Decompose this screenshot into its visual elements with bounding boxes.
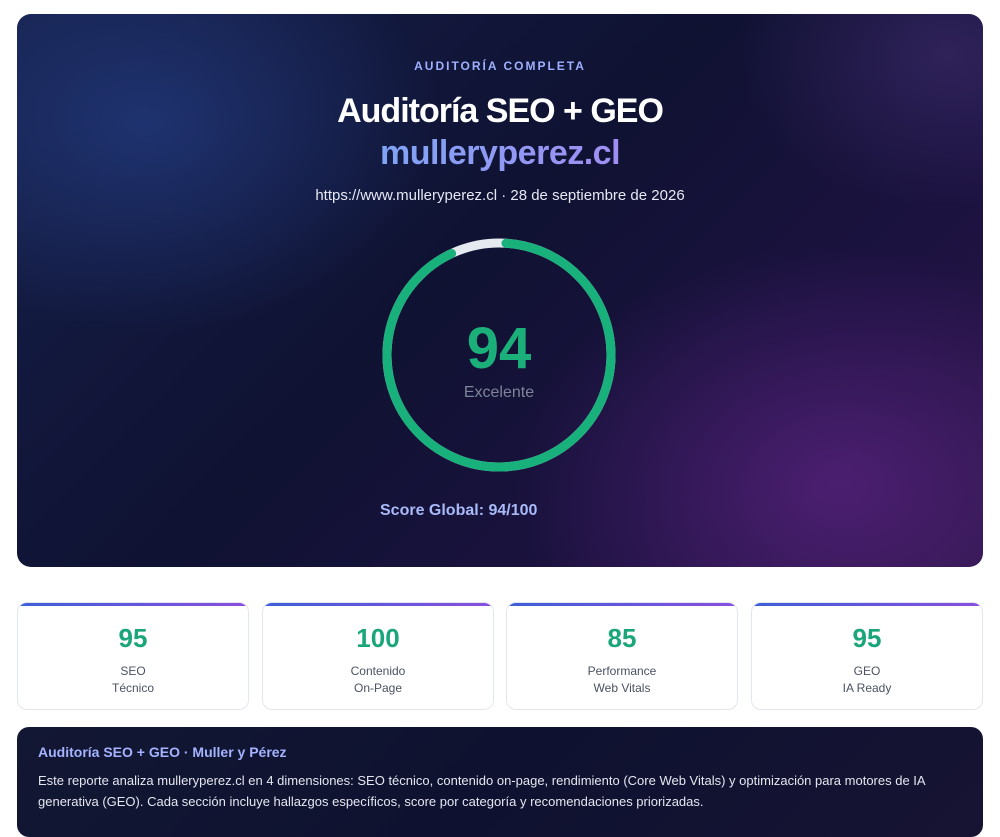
card-label-line2: Técnico (111, 681, 155, 695)
card-label-line2: IA Ready (842, 681, 892, 695)
category-score-cards: 95 SEO Técnico 100 Contenido On-Page 85 … (17, 602, 983, 710)
score-card-performance: 85 Performance Web Vitals (506, 602, 738, 710)
score-rating-label: Excelente (463, 384, 535, 401)
card-label-line1: Performance (587, 664, 657, 678)
card-score: 85 (607, 623, 637, 653)
score-card-contenido: 100 Contenido On-Page (262, 602, 494, 710)
summary-body: Este reporte analiza mulleryperez.cl en … (38, 773, 925, 809)
audited-domain-text: mulleryperez.cl (379, 134, 621, 172)
hero-eyebrow: AUDITORÍA COMPLETA (414, 59, 586, 73)
score-value: 94 (466, 316, 532, 381)
audit-url-date: https://www.mulleryperez.cl · 28 de sept… (315, 187, 685, 204)
card-label-line1: Contenido (350, 664, 406, 678)
score-gauge: 94 Excelente (379, 235, 619, 475)
card-label-line1: GEO (853, 664, 881, 678)
audited-domain: mulleryperez.cl (17, 134, 983, 173)
report-summary: Auditoría SEO + GEO · Muller y Pérez Est… (17, 727, 983, 837)
card-label-line2: On-Page (353, 681, 403, 695)
page-title: Auditoría SEO + GEO (337, 92, 664, 130)
summary-title: Auditoría SEO + GEO · Muller y Pérez (38, 744, 287, 760)
card-score: 95 (118, 623, 148, 653)
card-label-line1: SEO (120, 664, 146, 678)
hero-banner: AUDITORÍA COMPLETA Auditoría SEO + GEO m… (17, 14, 983, 567)
score-card-geo: 95 GEO IA Ready (751, 602, 983, 710)
card-label-line2: Web Vitals (593, 681, 651, 695)
card-score: 95 (852, 623, 882, 653)
score-global: Score Global: 94/100 (380, 502, 538, 519)
card-score: 100 (356, 623, 400, 653)
score-card-seo-tecnico: 95 SEO Técnico (17, 602, 249, 710)
